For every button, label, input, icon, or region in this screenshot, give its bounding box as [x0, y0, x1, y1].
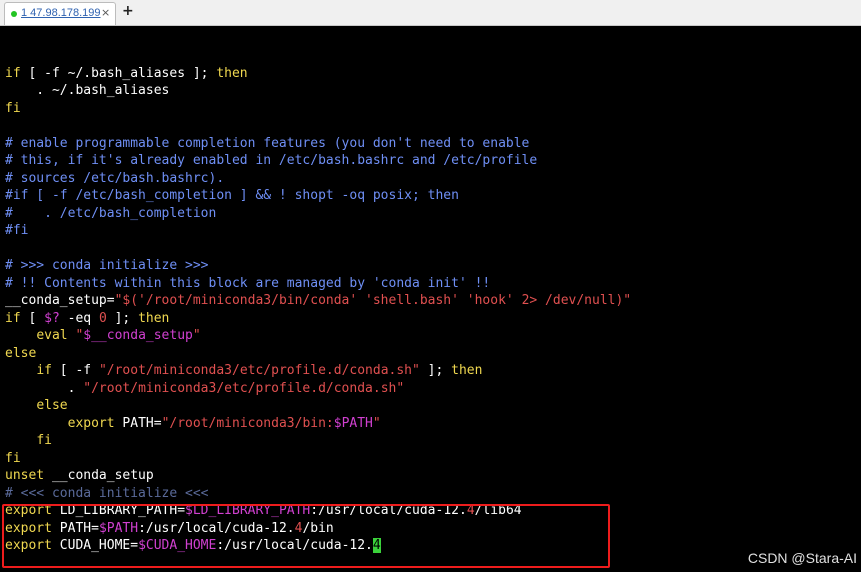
terminal-line: #if [ -f /etc/bash_completion ] && ! sho…: [5, 188, 459, 203]
terminal-line: else: [36, 398, 68, 413]
terminal-line: #fi: [5, 223, 29, 238]
terminal-line: # !! Contents within this block are mana…: [5, 275, 491, 291]
highlight-box: [2, 504, 610, 568]
terminal-line: eval "$__conda_setup": [36, 328, 201, 343]
terminal-line: # . /etc/bash_completion: [5, 205, 217, 221]
session-tab[interactable]: 1 47.98.178.199 ×: [4, 2, 116, 25]
watermark: CSDN @Stara-AI: [747, 550, 857, 566]
connected-status-icon: [11, 11, 17, 17]
terminal-line: fi: [5, 450, 21, 466]
terminal-line: if [ -f "/root/miniconda3/etc/profile.d/…: [36, 363, 483, 378]
terminal-line: export PATH="/root/miniconda3/bin:$PATH": [67, 415, 381, 431]
session-tab-label: 1 47.98.178.199: [21, 7, 101, 19]
terminal-line: fi: [36, 433, 52, 448]
terminal-line: else: [5, 345, 37, 361]
terminal-line: . "/root/miniconda3/etc/profile.d/conda.…: [5, 380, 405, 396]
terminal-text: if [ -f ~/.bash_aliases ]; then . ~/.bas…: [5, 47, 631, 555]
terminal-line: # >>> conda initialize >>>: [5, 258, 209, 273]
terminal-line: # sources /etc/bash.bashrc).: [5, 170, 225, 186]
terminal-line: # enable programmable completion feature…: [5, 135, 530, 151]
terminal-line: unset __conda_setup: [5, 468, 154, 483]
close-icon[interactable]: ×: [101, 6, 110, 19]
terminal-window[interactable]: if [ -f ~/.bash_aliases ]; then . ~/.bas…: [0, 26, 861, 572]
terminal-line: . ~/.bash_aliases: [5, 83, 170, 98]
terminal-line: if [ $? -eq 0 ]; then: [5, 310, 170, 326]
terminal-line: if [ -f ~/.bash_aliases ]; then: [5, 65, 248, 81]
terminal-line: fi: [5, 100, 21, 116]
new-tab-button[interactable]: +: [122, 3, 134, 19]
terminal-line: __conda_setup="$('/root/miniconda3/bin/c…: [5, 293, 632, 308]
terminal-line: # this, if it's already enabled in /etc/…: [5, 153, 538, 168]
tab-bar: 1 47.98.178.199 × +: [0, 0, 861, 26]
terminal-line: # <<< conda initialize <<<: [5, 485, 209, 501]
